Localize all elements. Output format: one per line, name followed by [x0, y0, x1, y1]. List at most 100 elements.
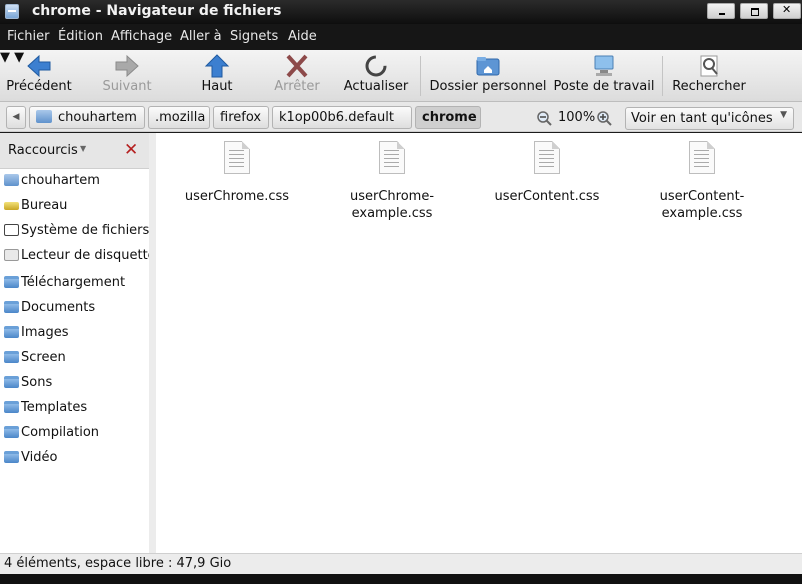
- sidebar-item-label: chouhartem: [21, 173, 100, 188]
- sidebar-item-telechargement[interactable]: Téléchargement: [0, 272, 152, 294]
- path-crumb-label: .mozilla: [155, 110, 206, 125]
- css-file-icon: [689, 141, 715, 174]
- search-label: Rechercher: [672, 79, 746, 94]
- sidebar-header: Raccourcis ▼ ✕: [0, 133, 152, 169]
- sidebar-item-compilation[interactable]: Compilation: [0, 422, 152, 444]
- back-button[interactable]: Précédent: [2, 50, 76, 100]
- location-bar: ◀ chouhartem .mozilla firefox k1op00b6.d…: [0, 102, 802, 132]
- folder-icon: [4, 426, 19, 438]
- sidebar-item-label: Système de fichiers: [21, 223, 150, 238]
- css-file-icon: [224, 141, 250, 174]
- desktop-label: Poste de travail: [553, 79, 655, 94]
- folder-icon: [4, 376, 19, 388]
- menu-bar: Fichier Édition Affichage Aller à Signet…: [0, 24, 802, 50]
- file-manager-window: chrome - Navigateur de fichiers Fichier …: [0, 0, 802, 584]
- sidebar-item-label: Documents: [21, 300, 96, 315]
- forward-label: Suivant: [102, 79, 152, 94]
- sidebar-item-video[interactable]: Vidéo: [0, 447, 152, 469]
- path-crumb-chrome[interactable]: chrome: [415, 106, 481, 129]
- sidebar-item-chouhartem[interactable]: chouhartem: [0, 170, 152, 192]
- up-label: Haut: [201, 79, 233, 94]
- zoom-out-icon[interactable]: [536, 110, 552, 126]
- sidebar-item-bureau[interactable]: Bureau: [0, 195, 152, 217]
- toolbar-separator: [662, 56, 663, 96]
- sidebar-item-images[interactable]: Images: [0, 322, 152, 344]
- menu-aide[interactable]: Aide: [288, 29, 317, 44]
- window-title: chrome - Navigateur de fichiers: [32, 3, 282, 19]
- home-folder-button[interactable]: Dossier personnel: [426, 50, 550, 100]
- window-app-icon[interactable]: [5, 4, 19, 19]
- floppy-drive-icon: [4, 249, 19, 261]
- zoom-level[interactable]: 100%: [558, 110, 595, 125]
- path-crumb-home[interactable]: chouhartem: [29, 106, 145, 129]
- file-name-line: userChrome-: [349, 189, 435, 204]
- menu-affichage[interactable]: Affichage: [111, 29, 172, 44]
- folder-icon: [4, 326, 19, 338]
- stop-label: Arrêter: [274, 79, 320, 94]
- menu-edition[interactable]: Édition: [58, 29, 103, 44]
- toolbar-separator: [420, 56, 421, 96]
- file-name-line: userContent.css: [494, 189, 600, 204]
- path-crumb-mozilla[interactable]: .mozilla: [148, 106, 210, 129]
- sidebar-item-label: Images: [21, 325, 69, 340]
- desktop-button[interactable]: Poste de travail: [550, 50, 658, 100]
- folder-icon: [4, 451, 19, 463]
- file-name-line: userChrome.css: [184, 189, 290, 204]
- file-name-line: example.css: [351, 206, 433, 221]
- sidebar-item-label: Sons: [21, 375, 53, 390]
- status-text: 4 éléments, espace libre : 47,9 Gio: [4, 556, 232, 571]
- file-name-line: userContent-: [659, 189, 745, 204]
- forward-button[interactable]: Suivant: [94, 50, 160, 100]
- css-file-icon: [379, 141, 405, 174]
- view-mode-select[interactable]: Voir en tant qu'icônes ▼: [625, 107, 794, 130]
- maximize-button[interactable]: [740, 3, 768, 19]
- path-crumb-firefox[interactable]: firefox: [213, 106, 269, 129]
- computer-icon: [594, 55, 614, 76]
- zoom-in-icon[interactable]: [596, 110, 612, 126]
- folder-icon: [4, 401, 19, 413]
- back-arrow-icon: [27, 54, 51, 78]
- css-file-icon: [534, 141, 560, 174]
- file-name: userContent-example.css: [637, 188, 767, 222]
- file-name-line: example.css: [661, 206, 743, 221]
- sidebar-item-floppy[interactable]: Lecteur de disquette: [0, 245, 152, 267]
- chevron-down-icon: ▼: [780, 110, 787, 120]
- sidebar-item-sons[interactable]: Sons: [0, 372, 152, 394]
- chevron-down-icon[interactable]: ▼: [80, 144, 86, 153]
- stop-button[interactable]: Arrêter: [262, 50, 332, 100]
- sidebar-item-screen[interactable]: Screen: [0, 347, 152, 369]
- menu-signets[interactable]: Signets: [230, 29, 278, 44]
- sidebar-pane-divider[interactable]: [149, 133, 156, 553]
- sidebar-item-label: Screen: [21, 350, 66, 365]
- menu-fichier[interactable]: Fichier: [7, 29, 50, 44]
- file-name: userContent.css: [482, 188, 612, 205]
- reload-label: Actualiser: [343, 79, 409, 94]
- home-icon: [36, 110, 52, 123]
- menu-aller-a[interactable]: Aller à: [180, 29, 222, 44]
- path-scroll-left-button[interactable]: ◀: [6, 106, 26, 129]
- search-button[interactable]: Rechercher: [668, 50, 750, 100]
- up-button[interactable]: Haut: [182, 50, 252, 100]
- sidebar-item-documents[interactable]: Documents: [0, 297, 152, 319]
- path-crumb-profile[interactable]: k1op00b6.default: [272, 106, 412, 129]
- file-name: userChrome-example.css: [327, 188, 457, 222]
- folder-icon: [4, 301, 19, 313]
- folder-icon: [4, 276, 19, 288]
- sidebar-type-select[interactable]: Raccourcis: [8, 143, 78, 158]
- sidebar-item-label: Compilation: [21, 425, 100, 440]
- close-button[interactable]: [773, 3, 801, 19]
- folder-icon: [4, 351, 19, 363]
- sidebar: Raccourcis ▼ ✕ chouhartem Bureau Système…: [0, 133, 152, 553]
- sidebar-item-label: Templates: [21, 400, 88, 415]
- sidebar-item-label: Lecteur de disquette: [21, 248, 152, 263]
- close-sidebar-icon[interactable]: ✕: [124, 140, 138, 160]
- home-icon: [4, 174, 19, 186]
- path-crumb-label: chouhartem: [58, 110, 137, 125]
- sidebar-item-templates[interactable]: Templates: [0, 397, 152, 419]
- sidebar-item-filesystem[interactable]: Système de fichiers: [0, 220, 152, 242]
- reload-icon: [365, 55, 387, 77]
- reload-button[interactable]: Actualiser: [338, 50, 414, 100]
- status-bar: 4 éléments, espace libre : 47,9 Gio: [0, 553, 802, 574]
- minimize-button[interactable]: [707, 3, 735, 19]
- sidebar-item-label: Vidéo: [21, 450, 58, 465]
